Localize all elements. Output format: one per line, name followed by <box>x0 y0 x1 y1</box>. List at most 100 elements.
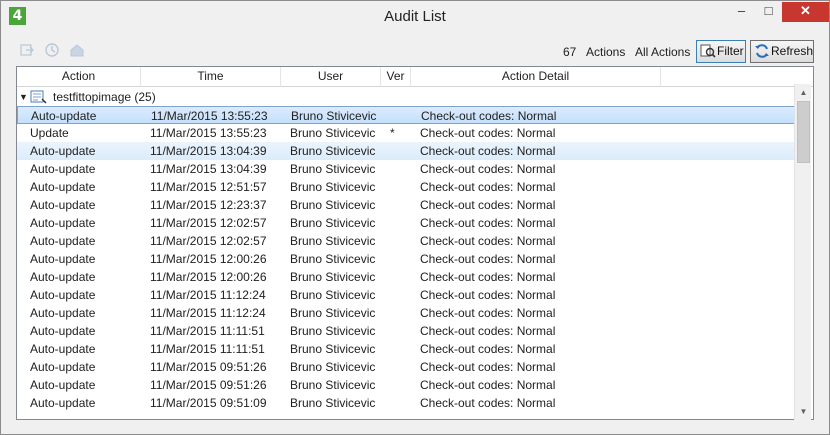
action-detail-cell: Check-out codes: Normal <box>420 252 556 266</box>
table-row[interactable]: Auto-update 11/Mar/2015 09:51:09 Bruno Sti… <box>17 394 809 412</box>
time-cell: 11/Mar/2015 12:02:57 <box>150 234 267 248</box>
action-cell: Auto-update <box>30 234 96 248</box>
column-header-action-detail[interactable]: Action Detail <box>411 67 661 87</box>
grid-header: Action Time User Ver Action Detail <box>17 67 813 87</box>
table-row[interactable]: Auto-update 11/Mar/2015 11:11:51 Bruno Sti… <box>17 322 809 340</box>
audit-grid: Action Time User Ver Action Detail ▼ tes… <box>16 66 814 420</box>
home-icon[interactable] <box>69 42 85 58</box>
user-cell: Bruno Stivicevic <box>290 126 376 140</box>
table-row[interactable]: Auto-update 11/Mar/2015 11:12:24 Bruno Sti… <box>17 286 809 304</box>
user-cell: Bruno Stivicevic <box>290 162 376 176</box>
table-row[interactable]: Auto-update 11/Mar/2015 12:00:26 Bruno Sti… <box>17 250 809 268</box>
time-cell: 11/Mar/2015 12:23:37 <box>150 198 267 212</box>
close-button[interactable]: ✕ <box>782 2 829 22</box>
action-cell: Auto-update <box>30 396 96 410</box>
action-cell: Auto-update <box>30 288 96 302</box>
table-row[interactable]: Auto-update 11/Mar/2015 13:04:39 Bruno Sti… <box>17 142 809 160</box>
table-row[interactable]: Auto-update 11/Mar/2015 12:51:57 Bruno Sti… <box>17 178 809 196</box>
action-cell: Auto-update <box>30 360 96 374</box>
time-cell: 11/Mar/2015 11:12:24 <box>150 288 266 302</box>
column-header-time[interactable]: Time <box>141 67 281 87</box>
vertical-scrollbar[interactable]: ▲ ▼ <box>794 84 811 420</box>
user-cell: Bruno Stivicevic <box>290 342 376 356</box>
scroll-up-icon[interactable]: ▲ <box>795 84 812 101</box>
action-cell: Auto-update <box>30 252 96 266</box>
time-cell: 11/Mar/2015 13:55:23 <box>150 126 267 140</box>
user-cell: Bruno Stivicevic <box>290 360 376 374</box>
maximize-button[interactable]: □ <box>755 2 782 22</box>
action-detail-cell: Check-out codes: Normal <box>420 198 556 212</box>
column-header-ver[interactable]: Ver <box>381 67 411 87</box>
table-row[interactable]: Auto-update 11/Mar/2015 09:51:26 Bruno Sti… <box>17 358 809 376</box>
group-label: testfittopimage (25) <box>53 90 156 104</box>
action-cell: Auto-update <box>30 306 96 320</box>
refresh-button[interactable]: Refresh <box>750 40 814 63</box>
time-cell: 11/Mar/2015 13:04:39 <box>150 144 267 158</box>
action-detail-cell: Check-out codes: Normal <box>420 378 556 392</box>
action-detail-cell: Check-out codes: Normal <box>420 360 556 374</box>
scroll-down-icon[interactable]: ▼ <box>795 403 812 420</box>
title-bar: 4 Audit List – □ ✕ <box>0 0 830 31</box>
scope-label: All Actions <box>635 45 691 59</box>
user-cell: Bruno Stivicevic <box>290 216 376 230</box>
user-cell: Bruno Stivicevic <box>290 198 376 212</box>
document-set-icon <box>29 90 47 104</box>
export-icon[interactable] <box>19 42 35 58</box>
action-cell: Auto-update <box>30 162 96 176</box>
filter-icon <box>700 43 716 59</box>
column-header-user[interactable]: User <box>281 67 381 87</box>
table-row[interactable]: Auto-update 11/Mar/2015 12:23:37 Bruno Sti… <box>17 196 809 214</box>
time-cell: 11/Mar/2015 12:02:57 <box>150 216 267 230</box>
user-cell: Bruno Stivicevic <box>290 180 376 194</box>
action-cell: Auto-update <box>30 198 96 212</box>
time-cell: 11/Mar/2015 11:11:51 <box>150 342 265 356</box>
user-cell: Bruno Stivicevic <box>290 234 376 248</box>
action-count: 67 <box>563 45 577 59</box>
action-detail-cell: Check-out codes: Normal <box>420 162 556 176</box>
group-header[interactable]: ▼ testfittopimage (25) <box>17 88 807 106</box>
user-cell: Bruno Stivicevic <box>290 252 376 266</box>
minimize-button[interactable]: – <box>728 2 755 22</box>
table-row[interactable]: Auto-update 11/Mar/2015 12:02:57 Bruno Sti… <box>17 214 809 232</box>
table-row[interactable]: Auto-update 11/Mar/2015 11:12:24 Bruno Sti… <box>17 304 809 322</box>
table-row[interactable]: Update 11/Mar/2015 13:55:23 Bruno Stivicev… <box>17 124 809 142</box>
action-cell: Auto-update <box>31 109 97 123</box>
history-icon[interactable] <box>44 42 60 58</box>
action-detail-cell: Check-out codes: Normal <box>420 216 556 230</box>
user-cell: Bruno Stivicevic <box>290 396 376 410</box>
action-detail-cell: Check-out codes: Normal <box>420 144 556 158</box>
user-cell: Bruno Stivicevic <box>290 270 376 284</box>
window-title: Audit List <box>384 8 446 25</box>
scroll-thumb[interactable] <box>797 101 810 163</box>
table-row[interactable]: Auto-update 11/Mar/2015 11:11:51 Bruno Sti… <box>17 340 809 358</box>
table-row[interactable]: Auto-update 11/Mar/2015 09:51:26 Bruno Sti… <box>17 376 809 394</box>
action-cell: Auto-update <box>30 144 96 158</box>
user-cell: Bruno Stivicevic <box>291 109 377 123</box>
time-cell: 11/Mar/2015 09:51:26 <box>150 378 267 392</box>
table-row[interactable]: Auto-update 11/Mar/2015 12:02:57 Bruno Sti… <box>17 232 809 250</box>
user-cell: Bruno Stivicevic <box>290 378 376 392</box>
time-cell: 11/Mar/2015 13:55:23 <box>151 109 268 123</box>
user-cell: Bruno Stivicevic <box>290 288 376 302</box>
action-cell: Auto-update <box>30 270 96 284</box>
time-cell: 11/Mar/2015 13:04:39 <box>150 162 267 176</box>
time-cell: 11/Mar/2015 12:51:57 <box>150 180 267 194</box>
time-cell: 11/Mar/2015 11:12:24 <box>150 306 266 320</box>
filter-button[interactable]: Filter <box>696 40 746 63</box>
action-cell: Auto-update <box>30 378 96 392</box>
time-cell: 11/Mar/2015 09:51:26 <box>150 360 267 374</box>
user-cell: Bruno Stivicevic <box>290 324 376 338</box>
action-detail-cell: Check-out codes: Normal <box>420 270 556 284</box>
action-detail-cell: Check-out codes: Normal <box>420 288 556 302</box>
time-cell: 11/Mar/2015 11:11:51 <box>150 324 265 338</box>
action-detail-cell: Check-out codes: Normal <box>420 180 556 194</box>
toolbar: 67 Actions All Actions Filter Refresh <box>16 38 816 66</box>
table-row[interactable]: Auto-update 11/Mar/2015 12:00:26 Bruno Sti… <box>17 268 809 286</box>
column-header-action[interactable]: Action <box>17 67 141 87</box>
table-row[interactable]: Auto-update 11/Mar/2015 13:04:39 Bruno Sti… <box>17 160 809 178</box>
action-detail-cell: Check-out codes: Normal <box>420 396 556 410</box>
table-row[interactable]: Auto-update 11/Mar/2015 13:55:23 Bruno Sti… <box>17 106 809 124</box>
expand-triangle-icon[interactable]: ▼ <box>19 88 28 106</box>
action-detail-cell: Check-out codes: Normal <box>420 234 556 248</box>
action-count-label: Actions <box>586 45 626 59</box>
